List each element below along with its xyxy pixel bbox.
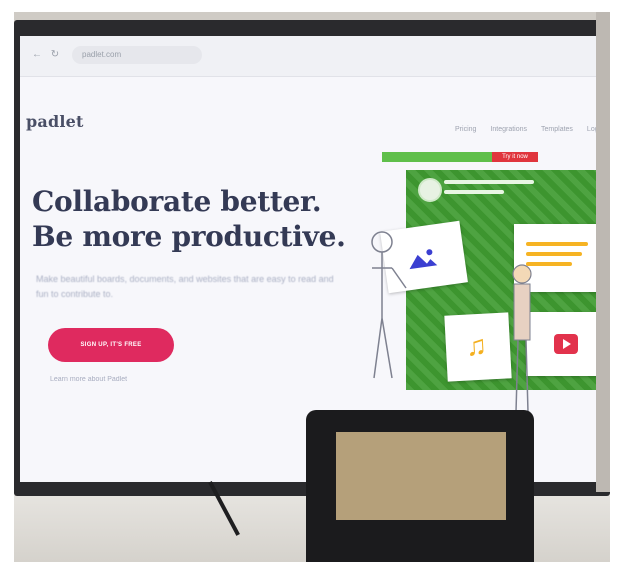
hero-title: Collaborate better. Be more productive. [32, 184, 362, 254]
person-illustration [371, 231, 407, 379]
nav-item-integrations[interactable]: Integrations [490, 126, 527, 133]
text-line [526, 252, 582, 256]
nav-item-templates[interactable]: Templates [541, 126, 573, 133]
nav-item-pricing[interactable]: Pricing [455, 126, 476, 133]
board-title-line [444, 180, 534, 184]
music-note-icon: ♫ [465, 329, 488, 362]
learn-more-link[interactable]: Learn more about Padlet [50, 376, 127, 383]
address-bar[interactable]: padlet.com [72, 46, 202, 64]
promo-bar [382, 152, 492, 162]
reload-icon[interactable]: ↻ [50, 50, 60, 60]
promo-button[interactable]: Try it now [492, 152, 538, 162]
hero-title-line-1: Collaborate better. [32, 185, 322, 218]
board-subtitle-line [444, 190, 504, 194]
top-navigation: Pricing Integrations Templates Log in [455, 126, 606, 133]
foreground-panel [336, 432, 506, 520]
text-line [526, 242, 588, 246]
hero-title-line-2: Be more productive. [32, 220, 346, 253]
back-arrow-icon[interactable]: ← [32, 50, 42, 60]
person-illustration-2 [512, 264, 532, 413]
photo-frame: ← ↻ padlet.com padlet Pricing Integratio… [14, 12, 610, 562]
hero-subtitle: Make beautiful boards, documents, and we… [36, 274, 334, 299]
signup-button[interactable]: SIGN UP, IT'S FREE [48, 328, 174, 362]
avatar [418, 178, 442, 202]
foreground-object [306, 410, 534, 562]
browser-toolbar: ← ↻ padlet.com [20, 36, 606, 77]
padlet-logo[interactable]: padlet [26, 112, 84, 131]
video-play-icon [554, 334, 578, 354]
wall-edge [596, 12, 610, 492]
